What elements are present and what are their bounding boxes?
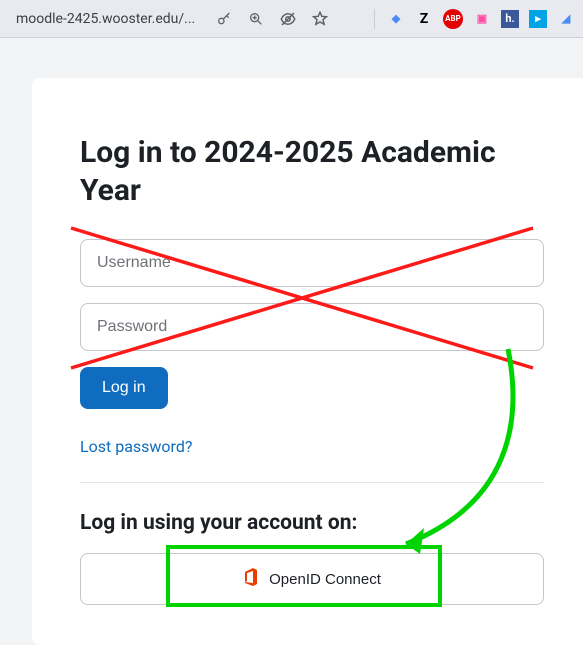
openid-connect-button[interactable]: OpenID Connect	[80, 553, 544, 605]
extension-icon-4[interactable]: ▣	[473, 10, 491, 28]
eye-off-icon[interactable]	[279, 10, 297, 28]
extension-icon-1[interactable]: ◆	[387, 10, 405, 28]
page-body: Log in to 2024-2025 Academic Year Log in…	[0, 38, 583, 645]
page-title: Log in to 2024-2025 Academic Year	[80, 134, 544, 209]
zoom-icon[interactable]	[247, 10, 265, 28]
star-icon[interactable]	[311, 10, 329, 28]
login-button[interactable]: Log in	[80, 367, 168, 409]
key-icon[interactable]	[215, 10, 233, 28]
extension-icons: ◆ Z ABP ▣ h. ▸ ◢	[374, 9, 575, 29]
extension-icon-5[interactable]: h.	[501, 10, 519, 28]
omnibar-icons	[215, 10, 329, 28]
browser-omnibar: moodle-2425.wooster.edu/... ◆ Z ABP	[0, 0, 583, 38]
extension-icon-6[interactable]: ▸	[529, 10, 547, 28]
openid-label: OpenID Connect	[269, 571, 381, 588]
sso-heading: Log in using your account on:	[80, 511, 544, 535]
lost-password-link[interactable]: Lost password?	[80, 437, 192, 456]
office-icon	[243, 568, 259, 590]
login-card: Log in to 2024-2025 Academic Year Log in…	[32, 78, 583, 645]
password-field[interactable]	[80, 303, 544, 351]
extension-icon-7[interactable]: ◢	[557, 10, 575, 28]
login-form-area	[80, 239, 544, 367]
abp-icon[interactable]: ABP	[443, 9, 463, 29]
zotero-icon[interactable]: Z	[415, 10, 433, 28]
divider	[80, 482, 544, 483]
url-text[interactable]: moodle-2425.wooster.edu/...	[8, 7, 203, 31]
username-field[interactable]	[80, 239, 544, 287]
